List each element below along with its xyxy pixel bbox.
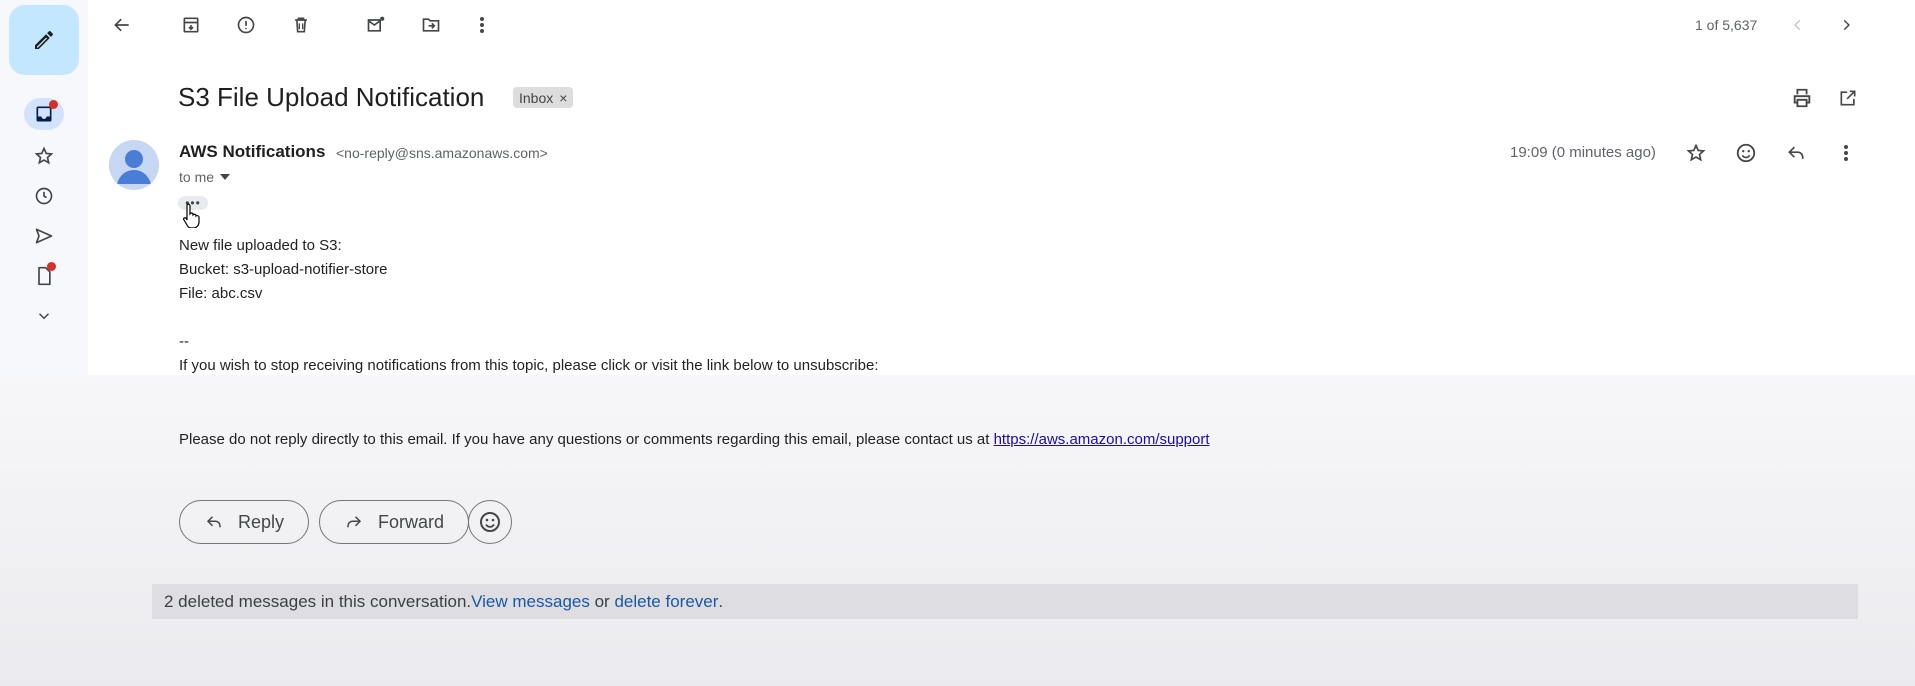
compose-button[interactable] <box>9 5 79 75</box>
deleted-messages-bar: 2 deleted messages in this conversation.… <box>152 584 1858 619</box>
more-vert-icon <box>480 17 484 33</box>
recipient-text: to me <box>179 169 215 185</box>
email-subject: S3 File Upload Notification <box>178 82 485 112</box>
open-in-new-window-button[interactable] <box>1832 82 1864 114</box>
chevron-down-icon <box>38 313 50 320</box>
body-line: New file uploaded to S3: <box>179 237 342 254</box>
delete-forever-link[interactable]: delete forever <box>614 592 718 612</box>
view-messages-link[interactable]: View messages <box>471 592 590 612</box>
reply-label: Reply <box>238 511 285 532</box>
sidebar-item-snoozed[interactable] <box>26 180 62 212</box>
chevron-right-icon <box>1843 19 1850 31</box>
react-button[interactable] <box>468 500 512 544</box>
older-button[interactable] <box>1830 9 1862 41</box>
clock-icon <box>35 187 53 205</box>
sender-name: AWS Notifications <box>179 142 326 161</box>
print-icon <box>1793 88 1811 108</box>
reply-button[interactable]: Reply <box>179 500 310 544</box>
sidebar-item-starred[interactable] <box>26 140 62 172</box>
forward-icon <box>347 516 362 528</box>
sidebar-item-more[interactable] <box>26 300 62 332</box>
period-text: . <box>718 591 724 611</box>
star-icon <box>1686 143 1706 162</box>
sidebar-item-drafts[interactable] <box>26 260 62 292</box>
label-text: Inbox <box>519 89 554 106</box>
mark-unread-button[interactable] <box>360 9 392 41</box>
support-link[interactable]: https://aws.amazon.com/support <box>994 431 1210 448</box>
signature-separator: -- <box>179 333 189 350</box>
more-options-button[interactable] <box>466 9 498 41</box>
more-vert-icon <box>1844 145 1848 161</box>
back-button[interactable] <box>106 9 138 41</box>
reply-icon-button[interactable] <box>1780 137 1812 169</box>
inbox-label-badge: Inbox × <box>513 87 574 108</box>
support-text: Please do not reply directly to this ema… <box>179 431 994 448</box>
remove-label-button[interactable]: × <box>559 90 567 106</box>
person-icon <box>109 140 159 190</box>
email-timestamp: 19:09 (0 minutes ago) <box>1510 144 1656 161</box>
mark-unread-icon <box>367 16 385 32</box>
reply-icon <box>206 516 221 528</box>
body-line: File: abc.csv <box>179 285 263 302</box>
delete-button[interactable] <box>285 9 317 41</box>
unsubscribe-text: If you wish to stop receiving notificati… <box>179 357 879 374</box>
left-sidebar <box>0 0 88 686</box>
message-more-button[interactable] <box>1830 137 1862 169</box>
body-line: Bucket: s3-upload-notifier-store <box>179 261 388 278</box>
emoji-icon <box>480 512 500 532</box>
archive-button[interactable] <box>175 9 207 41</box>
sidebar-item-sent[interactable] <box>26 220 62 252</box>
pencil-icon <box>35 30 53 49</box>
arrow-left-icon <box>114 18 129 32</box>
newer-button[interactable] <box>1782 9 1814 41</box>
print-button[interactable] <box>1786 82 1818 114</box>
sidebar-item-inbox[interactable] <box>24 98 64 130</box>
pagination-count: 1 of 5,637 <box>1695 17 1758 33</box>
add-reaction-button[interactable] <box>1730 137 1762 169</box>
chevron-left-icon <box>1794 19 1801 31</box>
star-button[interactable] <box>1680 137 1712 169</box>
move-to-folder-icon <box>422 18 440 32</box>
send-icon <box>35 228 53 244</box>
emoji-icon <box>1736 143 1756 163</box>
support-paragraph: Please do not reply directly to this ema… <box>179 431 1210 448</box>
sender-avatar[interactable] <box>109 140 159 190</box>
open-in-new-icon <box>1840 90 1856 106</box>
archive-icon <box>183 17 199 33</box>
recipient-details-toggle[interactable]: to me <box>179 169 231 185</box>
forward-label: Forward <box>378 511 445 532</box>
report-spam-button[interactable] <box>230 9 262 41</box>
reply-icon <box>1788 146 1804 159</box>
notification-dot <box>47 262 56 271</box>
forward-button[interactable]: Forward <box>319 500 470 544</box>
trash-icon <box>295 17 307 33</box>
caret-down-icon <box>220 174 231 180</box>
hand-cursor-icon <box>183 203 200 228</box>
or-text: or <box>589 591 615 611</box>
deleted-text: 2 deleted messages in this conversation. <box>164 591 472 611</box>
notification-dot <box>49 100 58 109</box>
star-icon <box>34 146 54 165</box>
sender-email: <no-reply@sns.amazonaws.com> <box>336 145 548 161</box>
report-spam-icon <box>237 16 255 34</box>
move-to-button[interactable] <box>415 9 447 41</box>
